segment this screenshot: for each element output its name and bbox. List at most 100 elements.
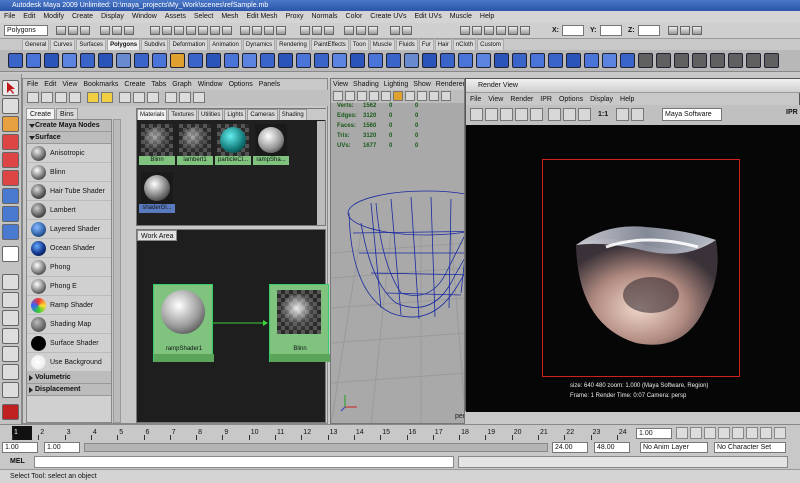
- node-hair-tube-shader[interactable]: Hair Tube Shader: [27, 182, 111, 201]
- mask-handles-icon[interactable]: [150, 26, 160, 35]
- shelf-tool-icon[interactable]: [764, 53, 779, 68]
- shelf-tab-subdivs[interactable]: Subdivs: [141, 39, 169, 50]
- work-area-tab[interactable]: Work Area: [137, 230, 177, 241]
- select-tool-icon[interactable]: [2, 80, 19, 96]
- shelf-tool-icon[interactable]: [26, 53, 41, 68]
- hypershade-menu-panels[interactable]: Panels: [259, 79, 280, 90]
- lock-icon[interactable]: [484, 26, 494, 35]
- snapshot-icon[interactable]: [530, 108, 543, 121]
- blinn-node[interactable]: Blinn: [269, 284, 330, 362]
- shelf-tool-icon[interactable]: [458, 53, 473, 68]
- shelf-tool-icon[interactable]: [278, 53, 293, 68]
- surface-header[interactable]: Surface: [27, 132, 111, 144]
- light-icon[interactable]: [508, 26, 518, 35]
- input-ops-icon[interactable]: [312, 26, 322, 35]
- step-back-key-icon[interactable]: [704, 427, 716, 439]
- renderer-select[interactable]: Maya Software: [662, 108, 722, 121]
- node-surface-shader[interactable]: Surface Shader: [27, 334, 111, 353]
- select-hierarchy-icon[interactable]: [100, 26, 110, 35]
- viewport-tool-icon[interactable]: [369, 91, 379, 101]
- hypershade-menu-edit[interactable]: Edit: [44, 79, 56, 90]
- shelf-tool-icon[interactable]: [710, 53, 725, 68]
- z-field[interactable]: [638, 25, 660, 36]
- go-to-start-icon[interactable]: [676, 427, 688, 439]
- shelf-tool-icon[interactable]: [638, 53, 653, 68]
- hypershade-menu-window[interactable]: Window: [198, 79, 223, 90]
- clear-graph-icon[interactable]: [165, 92, 177, 103]
- shelf-tool-icon[interactable]: [440, 53, 455, 68]
- mask-deform-icon[interactable]: [198, 26, 208, 35]
- node-shading-map[interactable]: Shading Map: [27, 315, 111, 334]
- options-icon[interactable]: [520, 26, 530, 35]
- shelf-tool-icon[interactable]: [62, 53, 77, 68]
- menu-item-muscle[interactable]: Muscle: [450, 11, 472, 23]
- rearrange-graph-icon[interactable]: [179, 92, 191, 103]
- hypershade-menu-bookmarks[interactable]: Bookmarks: [83, 79, 118, 90]
- node-blinn[interactable]: Blinn: [27, 163, 111, 182]
- select-by-name-icon[interactable]: [472, 26, 482, 35]
- node-use-background[interactable]: Use Background: [27, 353, 111, 372]
- save-scene-icon[interactable]: [80, 26, 90, 35]
- shelf-tool-icon[interactable]: [134, 53, 149, 68]
- render-view-menu-ipr[interactable]: IPR: [540, 94, 552, 105]
- manipulator-icon[interactable]: [2, 188, 19, 204]
- show-manip-icon[interactable]: [2, 224, 19, 240]
- shelf-tool-icon[interactable]: [512, 53, 527, 68]
- shelf-tab-painteffects[interactable]: PaintEffects: [310, 39, 349, 50]
- camera-icon[interactable]: [496, 26, 506, 35]
- graph-downstream-icon[interactable]: [133, 92, 145, 103]
- output-ops-icon[interactable]: [324, 26, 334, 35]
- displacement-header[interactable]: Displacement: [27, 384, 111, 396]
- shelf-tool-icon[interactable]: [566, 53, 581, 68]
- menu-item-proxy[interactable]: Proxy: [286, 11, 304, 23]
- mode-selector[interactable]: Polygons: [4, 25, 48, 36]
- material-tab-lights[interactable]: Lights: [224, 109, 247, 120]
- mask-joints-icon[interactable]: [162, 26, 172, 35]
- play-forwards-icon[interactable]: [732, 427, 744, 439]
- snap-curve-icon[interactable]: [252, 26, 262, 35]
- material-swatch[interactable]: Blinn: [139, 122, 175, 166]
- shelf-tab-curves[interactable]: Curves: [50, 39, 76, 50]
- shelf-tool-icon[interactable]: [422, 53, 437, 68]
- hypershade-layout-icon[interactable]: [2, 346, 19, 362]
- viewport-menu-view[interactable]: View: [333, 79, 348, 90]
- materials-scrollbar[interactable]: [317, 121, 325, 225]
- viewport-menu-show[interactable]: Show: [413, 79, 431, 90]
- ipr-render-icon[interactable]: [356, 26, 366, 35]
- menu-item-file[interactable]: File: [4, 11, 15, 23]
- channel-box-icon[interactable]: [668, 26, 678, 35]
- render-view-menu-render[interactable]: Render: [510, 94, 533, 105]
- toggle-create-bar-icon[interactable]: [27, 92, 39, 103]
- arrow-right-icon[interactable]: [101, 92, 113, 103]
- viewport-menu-lighting[interactable]: Lighting: [384, 79, 409, 90]
- lasso-tool-icon[interactable]: [2, 98, 19, 114]
- shelf-tab-fluids[interactable]: Fluids: [395, 39, 418, 50]
- viewport-tool-icon[interactable]: [345, 91, 355, 101]
- material-swatch[interactable]: lambert1: [177, 122, 213, 166]
- shelf-tool-icon[interactable]: [314, 53, 329, 68]
- viewport-menu-renderer[interactable]: Renderer: [436, 79, 464, 90]
- render-view-menu-file[interactable]: File: [470, 94, 481, 105]
- shelf-tool-icon[interactable]: [350, 53, 365, 68]
- shelf-tool-icon[interactable]: [728, 53, 743, 68]
- shelf-tool-icon[interactable]: [44, 53, 59, 68]
- playback-start-field[interactable]: 1.00: [44, 442, 80, 453]
- viewport-tool-icon[interactable]: [441, 91, 451, 101]
- mask-surfaces-icon[interactable]: [186, 26, 196, 35]
- ramp-shader-node[interactable]: rampShader1: [153, 284, 214, 362]
- render-view-menu-help[interactable]: Help: [620, 94, 634, 105]
- viewport-tool-icon[interactable]: [393, 91, 403, 101]
- real-size-ratio[interactable]: 1:1: [598, 108, 608, 121]
- menu-item-window[interactable]: Window: [132, 11, 157, 23]
- outliner-layout-icon[interactable]: [2, 382, 19, 398]
- rename-field-icon[interactable]: [390, 26, 400, 35]
- tool-settings-icon[interactable]: [692, 26, 702, 35]
- shelf-tab-rendering[interactable]: Rendering: [276, 39, 310, 50]
- select-object-icon[interactable]: [112, 26, 122, 35]
- mask-dynamics-icon[interactable]: [210, 26, 220, 35]
- anim-layer-select[interactable]: No Anim Layer: [640, 442, 708, 453]
- viewport-tool-icon[interactable]: [381, 91, 391, 101]
- show-top-tabs-icon[interactable]: [41, 92, 53, 103]
- select-component-icon[interactable]: [124, 26, 134, 35]
- y-field[interactable]: [600, 25, 622, 36]
